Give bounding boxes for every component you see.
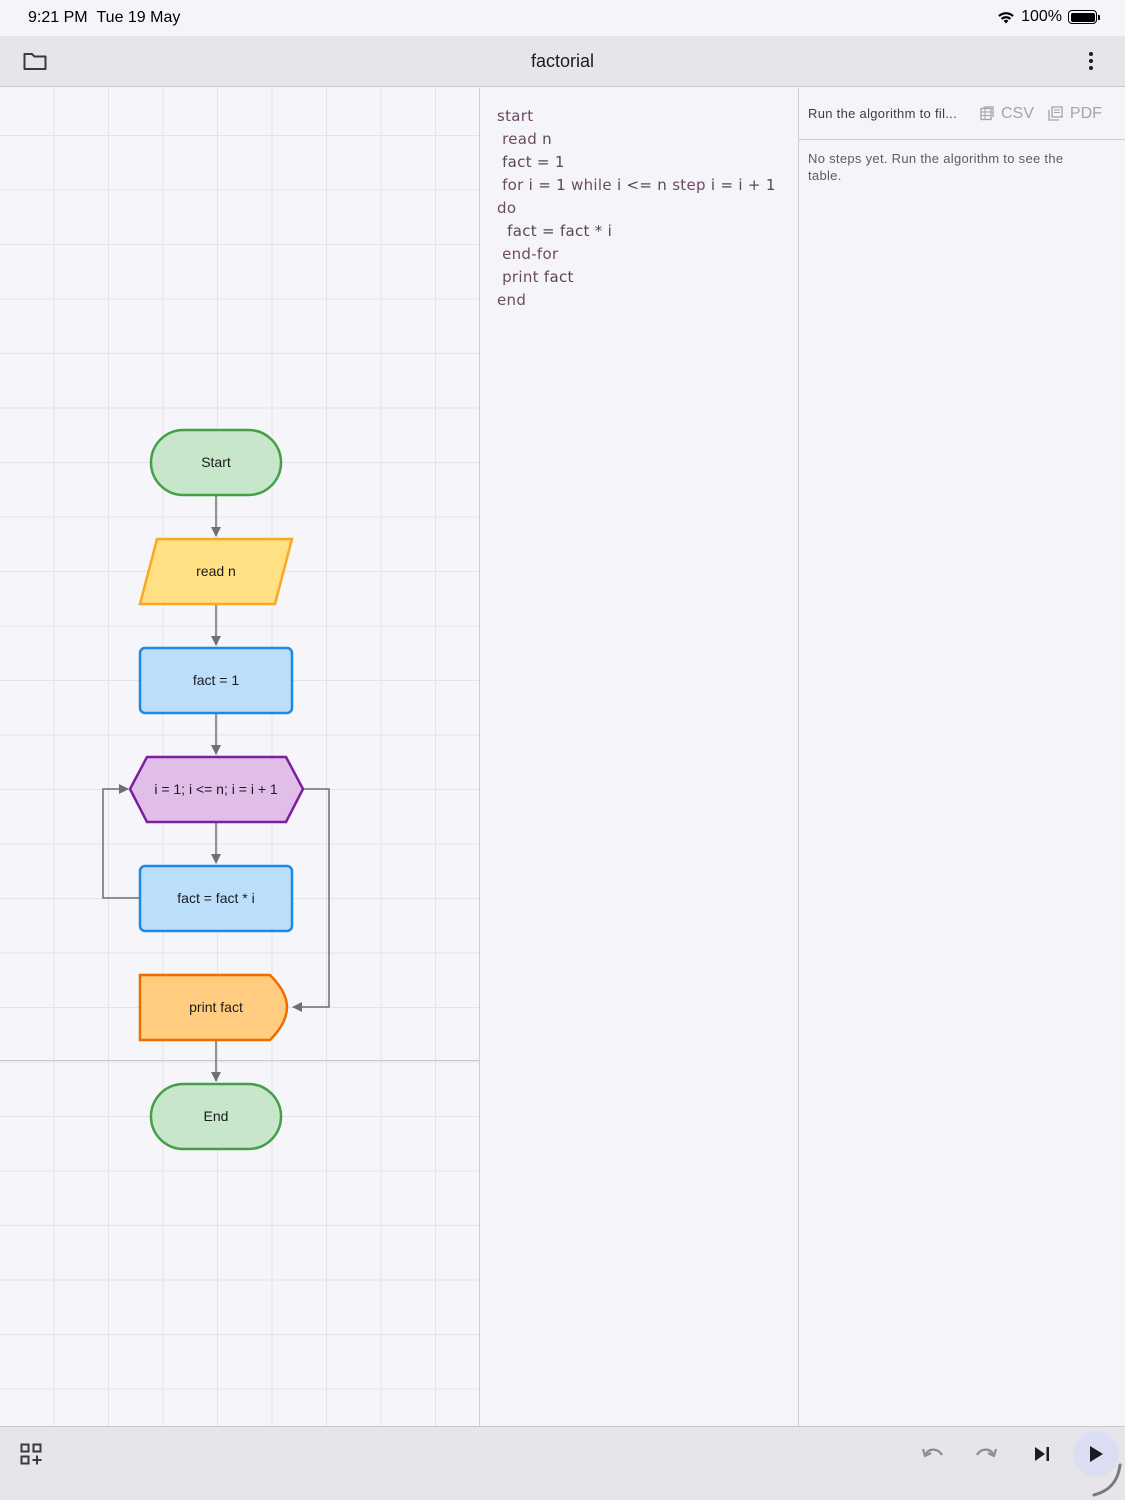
connector-body-back [102,784,139,899]
code-keyword: end-for [497,245,559,263]
code-line: print fact [497,266,798,289]
date-text: Tue 19 May [96,9,181,26]
code-line: for i = 1 while i <= n step i = i + 1 [497,174,798,197]
more-vert-icon[interactable] [1079,49,1103,73]
code-text: i <= n [611,176,673,194]
status-bar: 9:21 PM Tue 19 May 100% [0,0,1125,36]
pseudocode-panel[interactable]: start read n fact = 1 for i = 1 while i … [479,88,799,1426]
node-start[interactable]: Start [149,428,283,497]
add-grid-icon[interactable] [19,1442,43,1466]
time-text: 9:21 PM [28,9,88,26]
step-forward-icon[interactable] [1030,1442,1054,1466]
node-print-label: print fact [189,999,243,1015]
bottom-toolbar [0,1426,1125,1500]
status-right: 100% [997,8,1100,26]
app-bar: factorial [0,36,1125,87]
code-line: fact = fact * i [497,220,798,243]
flowchart-diagram: Start read n fact = 1 i = 1; i <= n; i =… [102,428,330,1151]
status-time: 9:21 PM Tue 19 May [28,9,180,27]
node-start-label: Start [201,454,231,470]
resize-handle-icon [1092,1463,1122,1497]
node-assign-fact-label: fact = 1 [193,672,240,688]
code-keyword: start [497,107,534,125]
battery-fill [1070,12,1095,22]
node-read-label: read n [196,563,236,579]
code-keyword: print [497,268,539,286]
play-icon [1090,1446,1103,1462]
code-text: n [537,130,552,148]
code-keyword: do [497,199,517,217]
battery-icon [1068,10,1100,24]
trace-table-panel: Run the algorithm to fil... CSV PDF No s… [799,88,1125,1426]
empty-table-message: No steps yet. Run the algorithm to see t… [808,151,1064,183]
node-assign-fact[interactable]: fact = 1 [138,646,294,715]
csv-icon [980,106,994,121]
code-text: fact = fact * i [497,222,613,240]
battery-text: 100% [1021,8,1062,25]
document-title: factorial [530,51,595,71]
app-root: 9:21 PM Tue 19 May 100% factorial Start … [0,0,1125,1500]
code-line: start [497,105,798,128]
redo-icon[interactable] [973,1442,999,1466]
export-csv-button[interactable]: CSV [980,105,1034,123]
node-for-loop-label: i = 1; i <= n; i = i + 1 [154,781,278,797]
code-keyword: read [497,130,538,148]
code-line: end-for [497,243,798,266]
pdf-label: PDF [1069,104,1102,122]
code-line: read n [497,128,798,151]
export-pdf-button[interactable]: PDF [1048,105,1102,123]
pdf-icon [1048,106,1063,121]
code-text: i = i + 1 [705,176,776,194]
code-keyword: for [497,176,524,194]
code-text: fact = 1 [497,153,565,171]
code-keyword: step [672,176,706,194]
node-end[interactable]: End [149,1082,283,1151]
flowchart-canvas[interactable]: Start read n fact = 1 i = 1; i <= n; i =… [0,88,479,1426]
node-read[interactable]: read n [138,537,294,606]
csv-label: CSV [1001,104,1034,122]
node-loop-body[interactable]: fact = fact * i [138,864,294,933]
wifi-icon [998,12,1014,24]
node-end-label: End [204,1108,229,1124]
undo-icon[interactable] [920,1442,946,1466]
node-loop-body-label: fact = fact * i [177,890,254,906]
code-keyword: end [497,291,527,309]
run-hint-text: Run the algorithm to fil... [808,106,957,121]
code-line: end [497,289,798,312]
code-line: do [497,197,798,220]
node-for-loop[interactable]: i = 1; i <= n; i = i + 1 [128,755,305,824]
trace-table-header: Run the algorithm to fil... CSV PDF [799,88,1125,140]
code-keyword: while [571,176,612,194]
code-text: i = 1 [523,176,572,194]
code-text: fact [538,268,574,286]
node-print[interactable]: print fact [138,973,289,1042]
code-line: fact = 1 [497,151,798,174]
connector-loop-exit [292,788,330,1012]
